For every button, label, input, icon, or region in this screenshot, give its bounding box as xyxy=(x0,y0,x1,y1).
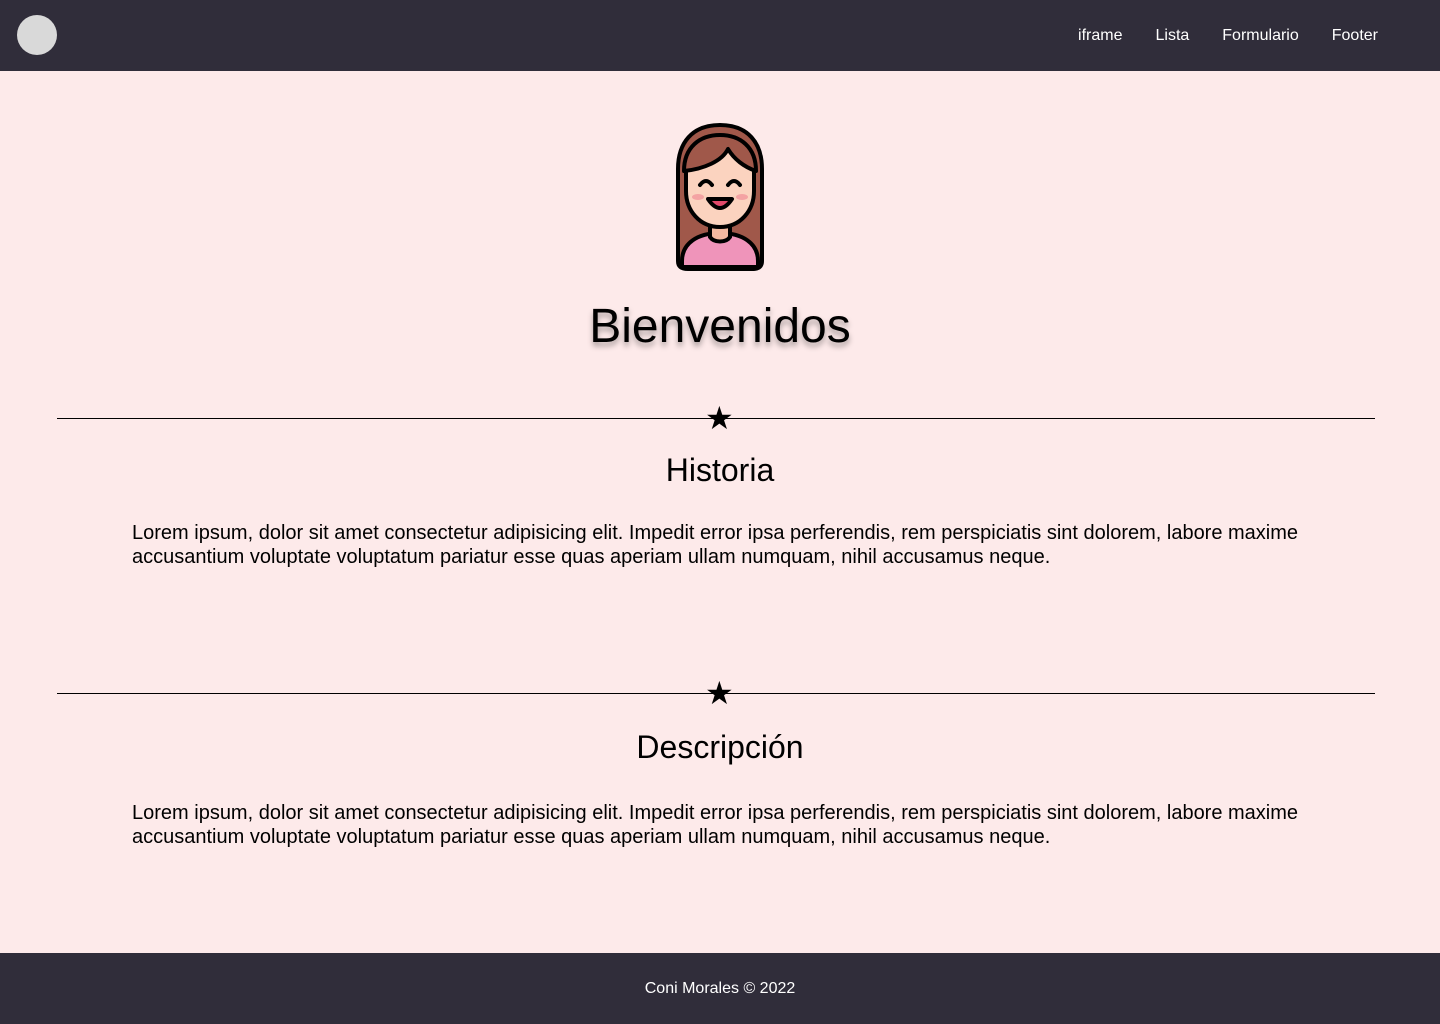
nav-links: iframe Lista Formulario Footer xyxy=(1045,0,1378,71)
logo-circle-icon[interactable] xyxy=(17,15,57,55)
section-text-descripcion: Lorem ipsum, dolor sit amet consectetur … xyxy=(132,802,1299,848)
page-title: Bienvenidos xyxy=(589,300,851,353)
star-icon: ★ xyxy=(705,400,734,436)
section-title-descripcion: Descripción xyxy=(636,729,804,765)
nav-link-lista[interactable]: Lista xyxy=(1155,27,1189,45)
footer-copyright: Coni Morales © 2022 xyxy=(644,979,796,997)
nav-link-footer[interactable]: Footer xyxy=(1332,27,1378,45)
footer: Coni Morales © 2022 xyxy=(0,953,1440,1024)
nav-link-formulario[interactable]: Formulario xyxy=(1222,27,1298,45)
navbar: iframe Lista Formulario Footer xyxy=(0,0,1440,71)
star-icon: ★ xyxy=(705,675,734,711)
girl-avatar-icon xyxy=(676,122,764,271)
section-title-historia: Historia xyxy=(665,452,775,488)
section-text-historia: Lorem ipsum, dolor sit amet consectetur … xyxy=(132,522,1299,568)
nav-link-iframe[interactable]: iframe xyxy=(1078,27,1122,45)
